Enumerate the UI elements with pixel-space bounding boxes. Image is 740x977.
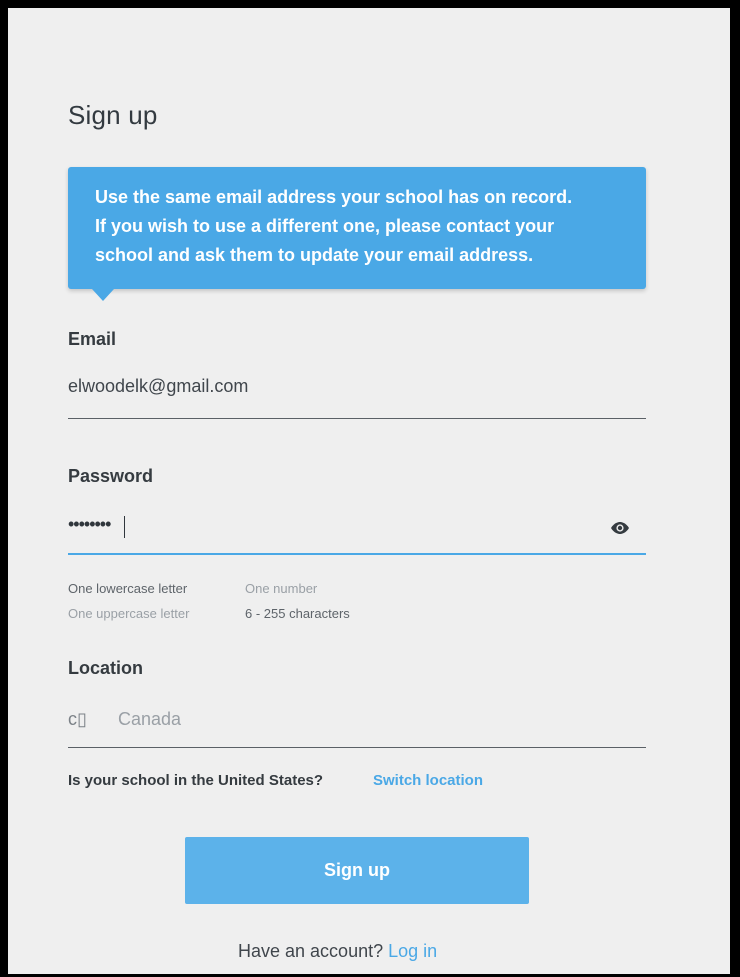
switch-location-link[interactable]: Switch location xyxy=(373,772,483,789)
notice-line: school and ask them to update your email… xyxy=(95,245,534,265)
log-in-link[interactable]: Log in xyxy=(388,941,437,961)
requirement-number: One number xyxy=(245,581,318,596)
password-field[interactable]: •••••••• xyxy=(68,514,111,535)
page-title: Sign up xyxy=(68,100,158,130)
requirement-length: 6 - 255 characters xyxy=(245,606,350,621)
text-cursor xyxy=(124,516,125,538)
location-label: Location xyxy=(68,658,143,678)
have-account-row: Have an account? Log in xyxy=(238,941,437,962)
location-field[interactable]: Canada xyxy=(118,709,181,730)
signup-panel: Sign up Use the same email address your … xyxy=(8,8,730,974)
us-school-question: Is your school in the United States? xyxy=(68,772,324,789)
email-notice-tooltip: Use the same email address your school h… xyxy=(68,167,646,289)
requirement-uppercase: One uppercase letter xyxy=(68,606,190,621)
sign-up-button[interactable]: Sign up xyxy=(185,837,529,904)
email-label: Email xyxy=(68,329,117,349)
notice-line: Use the same email address your school h… xyxy=(95,187,573,207)
email-field[interactable]: elwoodelk@gmail.com xyxy=(68,376,248,397)
email-field-underline xyxy=(68,418,646,419)
tooltip-arrow xyxy=(92,289,114,301)
have-account-text: Have an account? xyxy=(238,941,384,961)
password-label: Password xyxy=(68,466,154,486)
password-field-underline xyxy=(68,553,646,555)
location-field-underline xyxy=(68,747,646,748)
requirement-lowercase: One lowercase letter xyxy=(68,581,188,596)
notice-line: If you wish to use a different one, plea… xyxy=(95,216,555,236)
location-icon: c▯ xyxy=(68,709,87,729)
eye-icon[interactable] xyxy=(610,520,630,536)
